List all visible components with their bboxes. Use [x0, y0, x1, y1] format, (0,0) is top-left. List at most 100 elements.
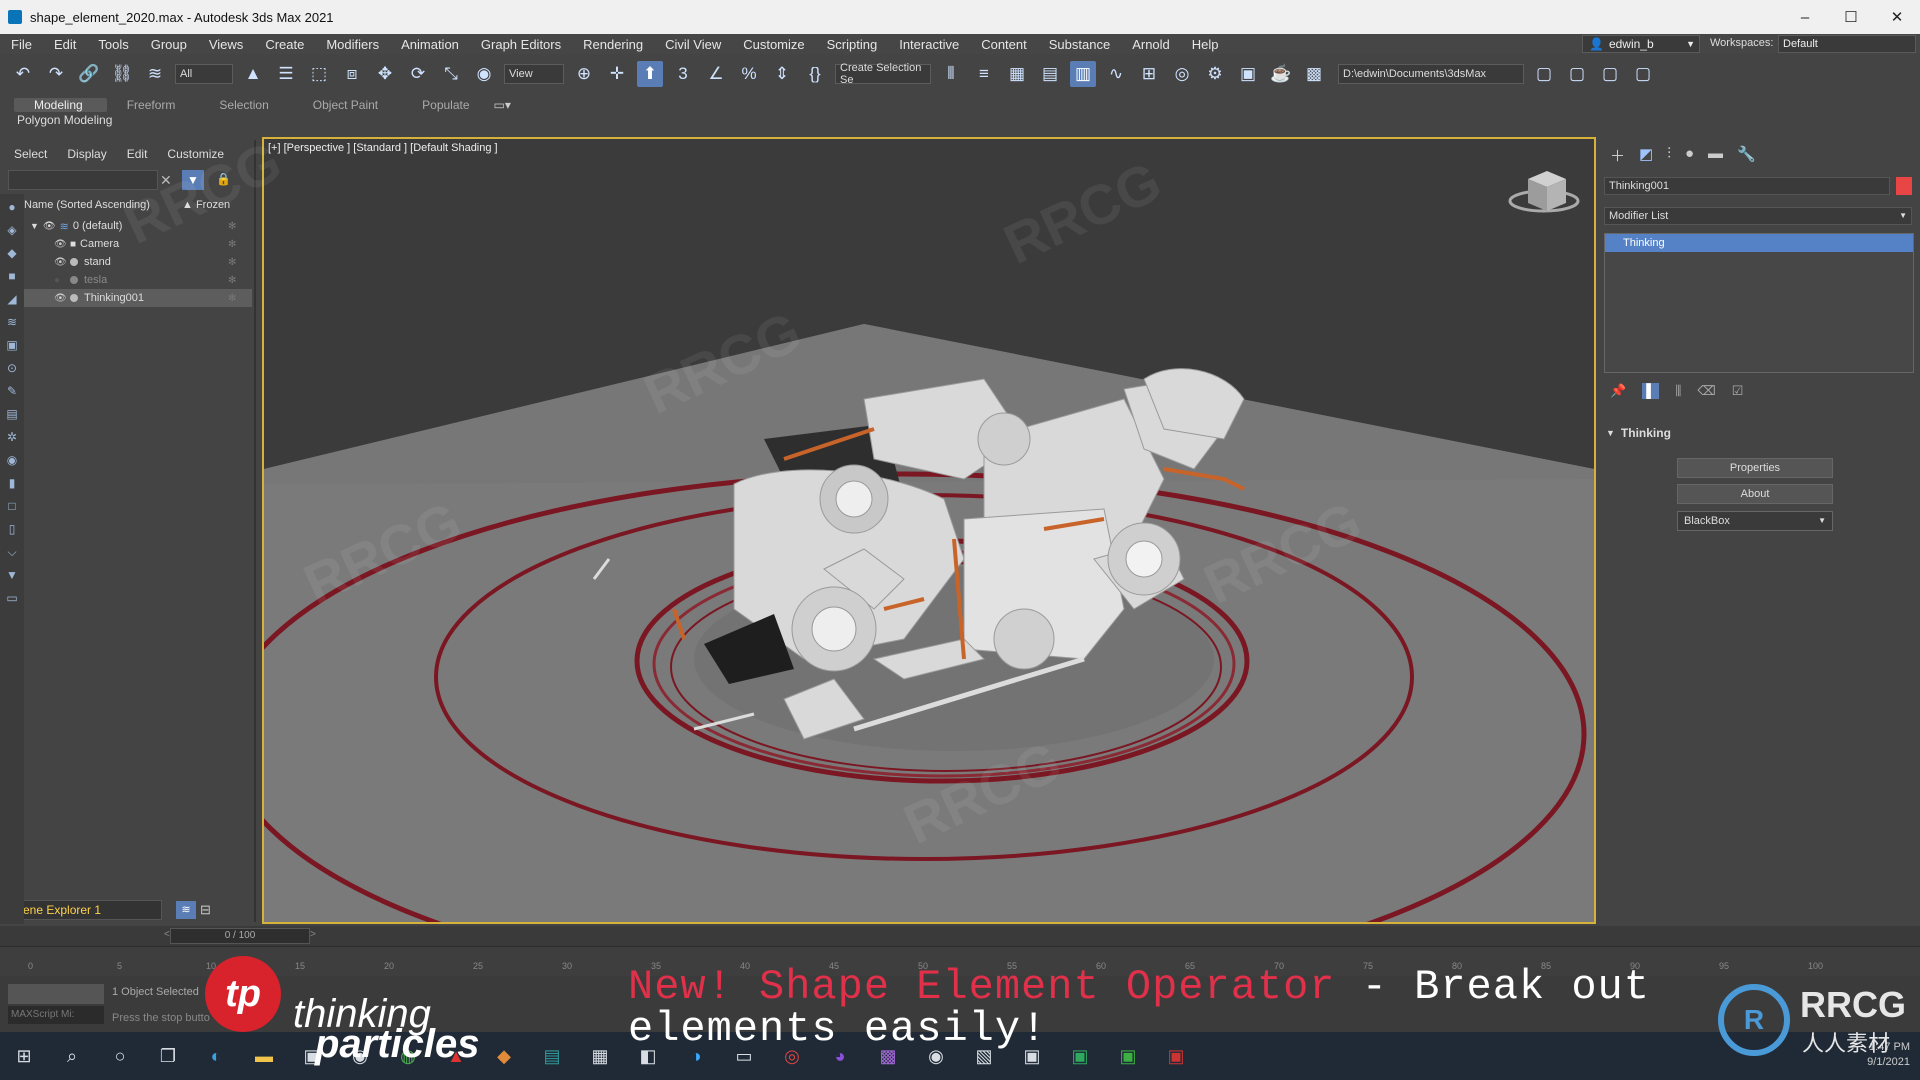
- pivot-center-icon[interactable]: ⊕: [571, 61, 597, 87]
- menu-modifiers[interactable]: Modifiers: [315, 37, 390, 52]
- make-unique-icon[interactable]: ⫼: [1675, 383, 1681, 399]
- time-slider-thumb[interactable]: 0 / 100: [170, 928, 310, 944]
- tree-row-stand[interactable]: 👁 stand ✻: [24, 253, 252, 271]
- menu-graph-editors[interactable]: Graph Editors: [470, 37, 572, 52]
- display-containers-icon[interactable]: ▤: [4, 407, 20, 421]
- configure-modifier-sets-icon[interactable]: ☑: [1732, 383, 1744, 399]
- menu-substance[interactable]: Substance: [1038, 37, 1121, 52]
- maxscript-listener[interactable]: [8, 984, 104, 1004]
- bind-spacewarp-icon[interactable]: ≋: [142, 61, 168, 87]
- lock-icon[interactable]: 🔒: [216, 172, 231, 186]
- menu-arnold[interactable]: Arnold: [1121, 37, 1181, 52]
- freeze-icon[interactable]: ✻: [228, 293, 252, 304]
- unlink-icon[interactable]: ⛓: [109, 61, 135, 87]
- display-tab-icon[interactable]: ▬: [1708, 145, 1723, 166]
- named-selection-set-dropdown[interactable]: Create Selection Se: [835, 62, 931, 86]
- scene-explorer-selector[interactable]: Scene Explorer 1: [4, 900, 162, 920]
- reference-coord-dropdown[interactable]: View: [504, 64, 564, 84]
- menu-create[interactable]: Create: [254, 37, 315, 52]
- maximize-button[interactable]: ☐: [1828, 0, 1874, 34]
- blackbox-dropdown[interactable]: BlackBox ▼: [1677, 511, 1833, 531]
- render-production-icon[interactable]: ☕: [1268, 61, 1294, 87]
- time-slider[interactable]: < 0 / 100 >: [0, 926, 1920, 946]
- select-by-name-icon[interactable]: ☰: [273, 61, 299, 87]
- clear-search-icon[interactable]: ✕: [160, 172, 172, 189]
- schematic-view-icon[interactable]: ⊞: [1136, 61, 1162, 87]
- snaps-toggle-icon[interactable]: 3: [670, 61, 696, 87]
- menu-content[interactable]: Content: [970, 37, 1038, 52]
- menu-views[interactable]: Views: [198, 37, 254, 52]
- filter-icon[interactable]: ▼: [182, 170, 204, 190]
- explorer-menu-display[interactable]: Display: [67, 147, 106, 161]
- move-icon[interactable]: ✥: [372, 61, 398, 87]
- menu-civil-view[interactable]: Civil View: [654, 37, 732, 52]
- spinner-snap-icon[interactable]: ⇕: [769, 61, 795, 87]
- thinking-rollout-header[interactable]: ▼ Thinking: [1606, 426, 1671, 440]
- tab-populate[interactable]: Populate: [402, 98, 493, 112]
- menu-tools[interactable]: Tools: [87, 37, 139, 52]
- tree-row-layer-default[interactable]: ▼ 👁 ≋ 0 (default) ✻: [24, 217, 252, 235]
- select-manipulate-icon[interactable]: ✛: [604, 61, 630, 87]
- task-view-icon[interactable]: ❐: [144, 1032, 192, 1080]
- filter-funnel-icon[interactable]: ▼: [4, 568, 20, 582]
- next-frame-icon[interactable]: >: [310, 929, 316, 940]
- column-name-header[interactable]: Name (Sorted Ascending): [24, 199, 182, 211]
- perspective-viewport[interactable]: [+] [Perspective ] [Standard ] [Default …: [262, 137, 1596, 924]
- curve-editor-icon[interactable]: ∿: [1103, 61, 1129, 87]
- display-shapes-icon[interactable]: ◈: [4, 223, 20, 237]
- about-button[interactable]: About: [1677, 484, 1833, 504]
- place-icon[interactable]: ◉: [471, 61, 497, 87]
- view-cube[interactable]: [1508, 171, 1580, 213]
- ribbon-panel-polygon-modeling[interactable]: Polygon Modeling: [12, 110, 262, 130]
- menu-help[interactable]: Help: [1181, 37, 1230, 52]
- object-name-field[interactable]: Thinking001: [1604, 177, 1890, 195]
- redo-icon[interactable]: ↷: [43, 61, 69, 87]
- window-crossing-icon[interactable]: ⧈: [339, 61, 365, 87]
- display-spacewarps-icon[interactable]: ≋: [4, 315, 20, 329]
- menu-rendering[interactable]: Rendering: [572, 37, 654, 52]
- display-xrefs-icon[interactable]: ⊙: [4, 361, 20, 375]
- motion-tab-icon[interactable]: ●: [1685, 145, 1694, 166]
- freeze-icon[interactable]: ✻: [228, 239, 252, 250]
- selection-filter-dropdown[interactable]: All: [175, 64, 233, 84]
- set-project-icon[interactable]: ▢: [1564, 61, 1590, 87]
- project-folder-icon[interactable]: ▢: [1531, 61, 1557, 87]
- properties-button[interactable]: Properties: [1677, 458, 1833, 478]
- ribbon-options-icon[interactable]: ▭▾: [494, 98, 511, 112]
- freeze-icon[interactable]: ✻: [228, 221, 252, 232]
- explorer-menu-edit[interactable]: Edit: [127, 147, 148, 161]
- display-bones-icon[interactable]: ✎: [4, 384, 20, 398]
- menu-edit[interactable]: Edit: [43, 37, 87, 52]
- rotate-icon[interactable]: ⟳: [405, 61, 431, 87]
- display-geometry-icon[interactable]: ●: [4, 200, 20, 214]
- project-folder-open-icon[interactable]: ▢: [1630, 61, 1656, 87]
- explorer-menu-customize[interactable]: Customize: [167, 147, 224, 161]
- display-groups-icon[interactable]: ▣: [4, 338, 20, 352]
- menu-group[interactable]: Group: [140, 37, 198, 52]
- scale-icon[interactable]: ⤡: [438, 61, 464, 87]
- tree-row-thinking001[interactable]: 👁 Thinking001 ✻: [24, 289, 252, 307]
- sort-by-layer-icon[interactable]: ≋: [176, 901, 196, 919]
- link-icon[interactable]: 🔗: [76, 61, 102, 87]
- menu-animation[interactable]: Animation: [390, 37, 470, 52]
- scene-explorer-search-input[interactable]: [8, 170, 158, 190]
- eye-hidden-icon[interactable]: ●: [54, 275, 66, 286]
- menu-customize[interactable]: Customize: [732, 37, 815, 52]
- utilities-tab-icon[interactable]: 🔧: [1737, 145, 1756, 166]
- remove-modifier-icon[interactable]: ⌫: [1697, 383, 1715, 399]
- cortana-icon[interactable]: ○: [96, 1032, 144, 1080]
- viewport-label-menu[interactable]: [+] [Perspective ] [Standard ] [Default …: [268, 142, 498, 154]
- rendered-frame-icon[interactable]: ▣: [1235, 61, 1261, 87]
- angle-snap-icon[interactable]: ∠: [703, 61, 729, 87]
- maxscript-mini-listener[interactable]: MAXScript Mi:: [8, 1006, 104, 1024]
- menu-interactive[interactable]: Interactive: [888, 37, 970, 52]
- eye-icon[interactable]: 👁: [54, 239, 67, 250]
- user-account-dropdown[interactable]: 👤 edwin_b ▼: [1582, 35, 1700, 53]
- modifier-stack-item[interactable]: Thinking: [1605, 234, 1913, 252]
- minimize-button[interactable]: –: [1782, 0, 1828, 34]
- render-iterative-icon[interactable]: ▩: [1301, 61, 1327, 87]
- create-tab-icon[interactable]: ＋: [1610, 145, 1625, 166]
- prev-frame-icon[interactable]: <: [164, 929, 170, 940]
- display-invert-icon[interactable]: ▯: [4, 522, 20, 536]
- eye-icon[interactable]: 👁: [43, 221, 56, 232]
